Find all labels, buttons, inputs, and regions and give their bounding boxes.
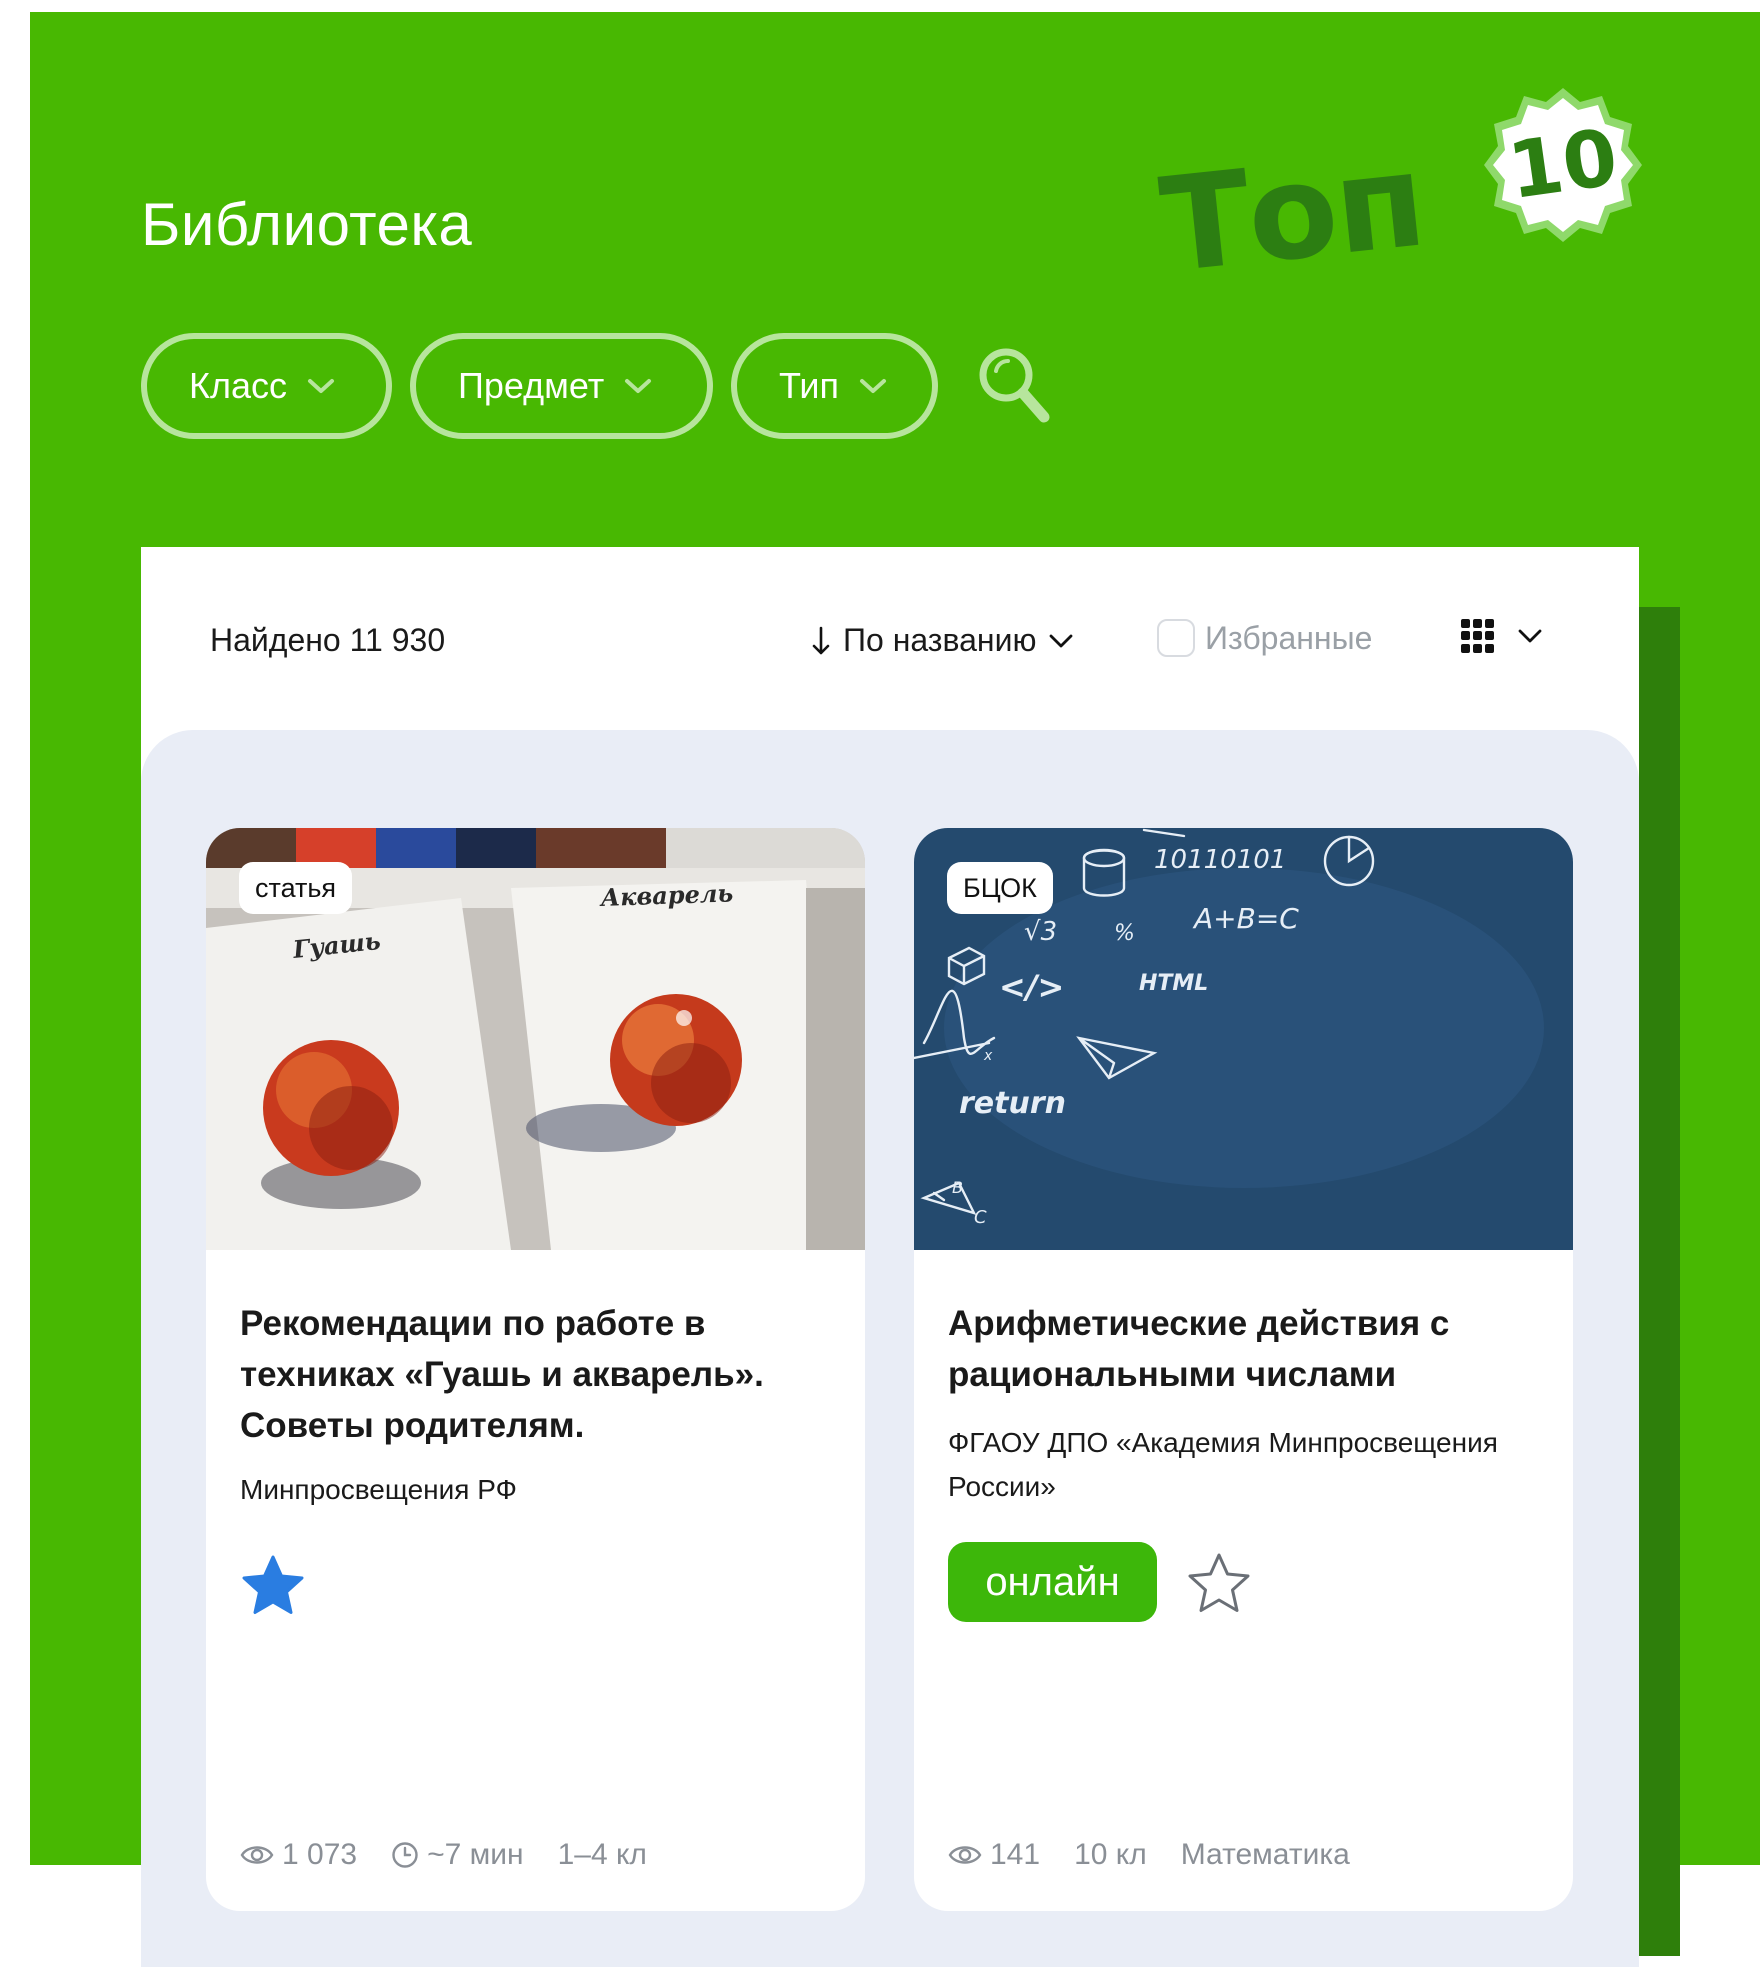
favorites-label: Избранные: [1205, 619, 1373, 656]
filter-bar: Класс Предмет Тип: [141, 333, 1054, 439]
favorites-filter[interactable]: Избранные: [1157, 619, 1372, 657]
card-meta: 141 10 кл Математика: [948, 1838, 1350, 1872]
views-value: 141: [990, 1838, 1041, 1871]
card-organization: Минпросвещения РФ: [240, 1474, 517, 1505]
filter-class-button[interactable]: Класс: [141, 333, 392, 439]
image-label: Акварель: [598, 878, 733, 912]
page-title: Библиотека: [141, 191, 473, 258]
chevron-down-icon: [308, 379, 334, 393]
top10-promo[interactable]: Топ 10: [1154, 80, 1670, 302]
image-label: √3: [1024, 917, 1057, 947]
type-tag: статья: [239, 862, 353, 914]
search-icon[interactable]: [974, 341, 1054, 431]
card-meta: 1 073 ~7 мин 1–4 кл: [240, 1838, 647, 1872]
image-label: A+B=C: [1192, 902, 1299, 935]
type-tag: БЦОК: [947, 862, 1053, 914]
eye-icon: [948, 1846, 982, 1864]
filter-subject-label: Предмет: [458, 365, 605, 406]
card-title[interactable]: Рекомендации по работе в техниках «Гуашь…: [240, 1298, 840, 1451]
star-outline-icon[interactable]: [1186, 1550, 1252, 1616]
filter-subject-button[interactable]: Предмет: [410, 333, 713, 439]
read-time: ~7 мин: [391, 1838, 524, 1872]
image-label: return: [959, 1086, 1066, 1121]
clock-icon: [392, 1842, 418, 1868]
top10-word: Топ: [1154, 123, 1431, 302]
results-count: Найдено 11 930: [210, 622, 446, 658]
image-label: x: [983, 1048, 993, 1064]
grades-value: 1–4 кл: [557, 1838, 647, 1871]
top10-number: 10: [1502, 112, 1624, 218]
sort-label: По названию: [843, 622, 1037, 658]
resource-card[interactable]: 10110101 A+B=C √3 % </> HTML return B C …: [914, 828, 1573, 1911]
views-value: 1 073: [282, 1838, 358, 1871]
resource-card[interactable]: Гуашь Акварель статья Рекомендации по ра…: [206, 828, 865, 1911]
grid-icon: [1461, 619, 1495, 653]
chevron-down-icon: [1518, 629, 1542, 643]
arrow-down-icon: [812, 626, 830, 654]
eye-icon: [240, 1846, 274, 1864]
favorites-checkbox[interactable]: [1157, 619, 1195, 657]
cards-area: Гуашь Акварель статья Рекомендации по ра…: [141, 730, 1639, 1967]
card-organization: ФГАОУ ДПО «Академия Минпросвещения Росси…: [948, 1427, 1498, 1502]
filter-type-button[interactable]: Тип: [731, 333, 938, 439]
grades-value: 10 кл: [1074, 1838, 1147, 1871]
card-title[interactable]: Арифметические действия с рациональными …: [948, 1298, 1548, 1400]
top10-badge: 10: [1478, 80, 1648, 250]
image-label: B: [952, 1178, 963, 1197]
views-count: 141: [948, 1838, 1040, 1872]
view-mode-dropdown[interactable]: [1461, 619, 1543, 653]
star-filled-icon[interactable]: [240, 1553, 306, 1619]
image-label: %: [1114, 921, 1135, 946]
results-panel: Найдено 11 930 По названию Избранные Гуа…: [141, 547, 1639, 1967]
image-label: </>: [999, 968, 1064, 1006]
chevron-down-icon: [860, 379, 887, 393]
image-label: 10110101: [1154, 845, 1286, 875]
filter-class-label: Класс: [189, 365, 287, 406]
image-label: C: [974, 1207, 987, 1228]
chevron-down-icon: [1050, 634, 1073, 647]
online-badge: онлайн: [948, 1542, 1157, 1622]
subject-value: Математика: [1180, 1838, 1350, 1871]
chevron-down-icon: [625, 379, 652, 393]
sort-dropdown[interactable]: По названию: [811, 622, 1074, 659]
image-label: HTML: [1139, 971, 1208, 996]
results-toolbar: Найдено 11 930 По названию Избранные: [141, 547, 1639, 730]
time-value: ~7 мин: [427, 1838, 524, 1871]
views-count: 1 073: [240, 1838, 357, 1872]
filter-type-label: Тип: [779, 365, 840, 406]
